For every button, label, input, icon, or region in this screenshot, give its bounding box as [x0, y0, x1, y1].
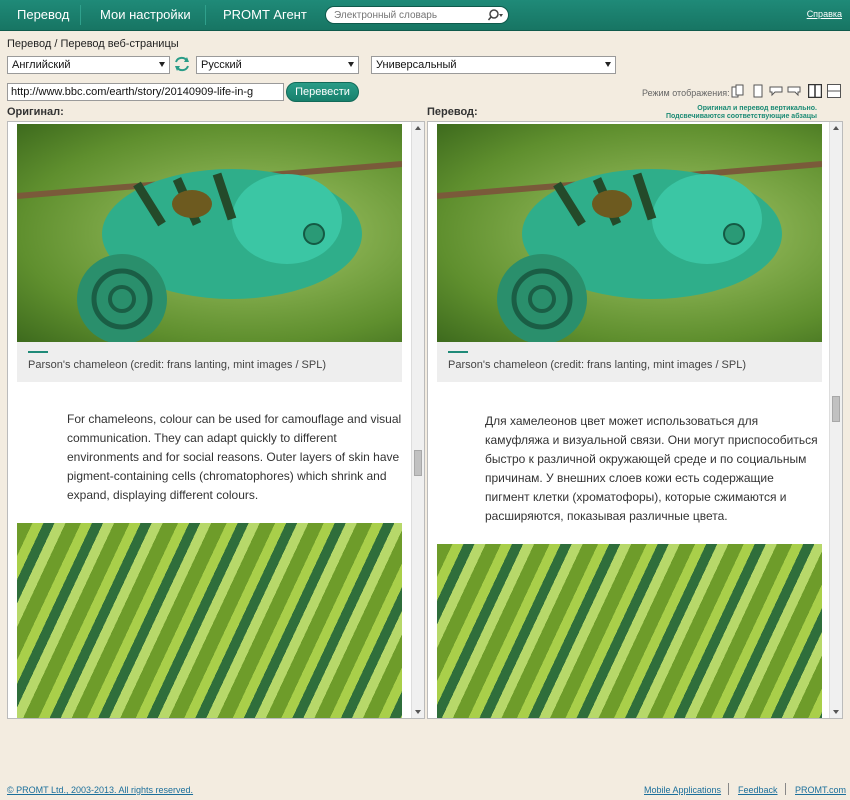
caption-accent [28, 351, 48, 353]
chevron-down-icon [159, 62, 165, 67]
mobile-apps-link[interactable]: Mobile Applications [644, 785, 721, 795]
feathers-image [437, 544, 822, 718]
mode-single-page-icon[interactable] [751, 84, 765, 98]
topic-select[interactable]: Универсальный [371, 56, 616, 74]
source-language-value: Английский [12, 59, 71, 71]
scroll-down-icon[interactable] [415, 710, 421, 714]
paragraph-line: For chameleons, colour can be used for c… [67, 412, 402, 426]
feathers-image [17, 523, 402, 718]
swap-languages-icon[interactable] [174, 56, 190, 72]
mode-vertical-icon[interactable] [808, 84, 822, 98]
display-mode-hint: Оригинал и перевод вертикально. Подсвечи… [666, 105, 817, 121]
dictionary-search-input[interactable] [334, 9, 484, 22]
translation-panel[interactable]: Parson's chameleon (credit: frans lantin… [427, 121, 843, 719]
chameleon-image [437, 124, 822, 342]
search-icon[interactable] [488, 8, 504, 22]
mode-two-pages-icon[interactable] [731, 84, 745, 98]
translation-label: Перевод: [427, 106, 478, 118]
target-language-value: Русский [201, 59, 242, 71]
caption-text: Parson's chameleon (credit: frans lantin… [28, 359, 327, 371]
translate-button[interactable]: Перевести [286, 82, 359, 102]
nav-divider [205, 5, 206, 25]
paragraph-line: причинам. У внешних слоев кожи есть соде… [485, 471, 774, 485]
scroll-thumb[interactable] [414, 450, 422, 476]
image-caption: Parson's chameleon (credit: frans lantin… [437, 342, 822, 382]
hint-line: Подсвечиваются соответствующие абзацы [665, 113, 817, 120]
scroll-down-icon[interactable] [833, 710, 839, 714]
source-language-select[interactable]: Английский [7, 56, 170, 74]
mode-tooltip-icon[interactable] [769, 84, 783, 98]
hint-line: Оригинал и перевод вертикально. [697, 105, 817, 112]
original-panel[interactable]: Parson's chameleon (credit: frans lantin… [7, 121, 425, 719]
display-mode-label: Режим отображения: [642, 88, 730, 98]
breadcrumb: Перевод / Перевод веб-страницы [7, 38, 179, 50]
promt-site-link[interactable]: PROMT.com [795, 785, 846, 795]
scroll-thumb[interactable] [832, 396, 840, 422]
dictionary-search[interactable] [325, 6, 509, 24]
feedback-link[interactable]: Feedback [738, 785, 778, 795]
paragraph-line: расширяются, показывая различные цвета. [485, 509, 728, 523]
nav-promt-agent[interactable]: PROMT Агент [223, 7, 307, 22]
paragraph-line: communication. They can adapt quickly to… [67, 431, 337, 445]
paragraph-line: environments and for social reasons. Out… [67, 450, 400, 464]
topic-value: Универсальный [376, 59, 457, 71]
top-nav-bar: Перевод Мои настройки PROMT Агент Справк… [0, 0, 850, 31]
paragraph-line: камуфляжа и визуальной связи. Они могут … [485, 433, 818, 447]
original-label: Оригинал: [7, 106, 64, 118]
footer-divider [728, 783, 729, 795]
paragraph-line: быстро к различной окружающей среде и по… [485, 452, 807, 466]
original-scrollbar[interactable] [411, 122, 424, 718]
footer-divider [785, 783, 786, 795]
chevron-down-icon [605, 62, 611, 67]
translation-scrollbar[interactable] [829, 122, 842, 718]
chevron-down-icon [348, 62, 354, 67]
mode-tooltip-alt-icon[interactable] [787, 84, 801, 98]
paragraph-line: pigment-containing cells (chromatophores… [67, 469, 387, 483]
copyright-link[interactable]: © PROMT Ltd., 2003-2013. All rights rese… [7, 785, 193, 795]
scroll-up-icon[interactable] [415, 126, 421, 130]
chameleon-image [17, 124, 402, 342]
mode-horizontal-icon[interactable] [827, 84, 841, 98]
translation-paragraph: Для хамелеонов цвет может использоваться… [485, 412, 825, 526]
scroll-up-icon[interactable] [833, 126, 839, 130]
url-input[interactable]: http://www.bbc.com/earth/story/20140909-… [7, 83, 284, 101]
paragraph-line: Для хамелеонов цвет может использоваться… [485, 414, 759, 428]
original-paragraph: For chameleons, colour can be used for c… [67, 410, 407, 505]
nav-divider [80, 5, 81, 25]
paragraph-line: expand, displaying different colours. [67, 488, 259, 502]
target-language-select[interactable]: Русский [196, 56, 359, 74]
image-caption: Parson's chameleon (credit: frans lantin… [17, 342, 402, 382]
nav-settings[interactable]: Мои настройки [100, 7, 191, 22]
nav-translate[interactable]: Перевод [17, 7, 69, 22]
caption-accent [448, 351, 468, 353]
paragraph-line: пигмент клетки (хроматофоры), которые сж… [485, 490, 787, 504]
help-link[interactable]: Справка [807, 9, 842, 19]
caption-text: Parson's chameleon (credit: frans lantin… [448, 359, 747, 371]
